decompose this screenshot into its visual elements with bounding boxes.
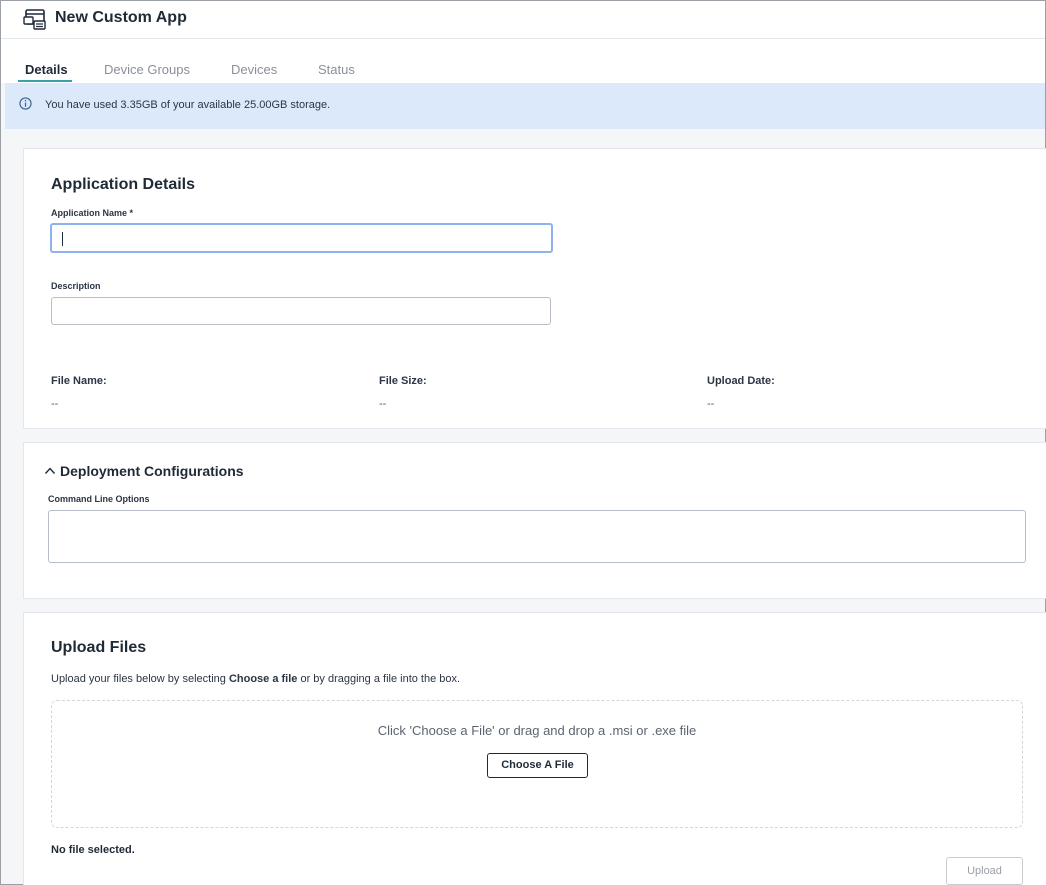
deployment-configurations-card: Deployment Configurations Command Line O… bbox=[23, 442, 1046, 599]
file-name-label: File Name: bbox=[51, 375, 107, 387]
description-label: Description bbox=[51, 281, 101, 291]
chevron-up-icon bbox=[44, 467, 56, 474]
file-name-value: -- bbox=[51, 398, 59, 410]
no-file-selected-text: No file selected. bbox=[51, 844, 135, 856]
upload-instructions-suffix: or by dragging a file into the box. bbox=[297, 673, 461, 685]
app-window-icon bbox=[23, 9, 46, 30]
tab-device-groups[interactable]: Device Groups bbox=[104, 62, 190, 77]
application-name-input[interactable] bbox=[50, 223, 553, 253]
file-size-label: File Size: bbox=[379, 375, 427, 387]
upload-button[interactable]: Upload bbox=[946, 857, 1023, 885]
storage-banner: You have used 3.35GB of your available 2… bbox=[5, 83, 1045, 129]
info-icon bbox=[19, 97, 32, 110]
command-line-options-input[interactable] bbox=[48, 510, 1026, 563]
description-input[interactable] bbox=[51, 297, 551, 325]
page-title: New Custom App bbox=[55, 9, 187, 26]
tab-bar: Details Device Groups Devices Status bbox=[1, 39, 1045, 83]
dropzone-text: Click 'Choose a File' or drag and drop a… bbox=[377, 723, 697, 738]
deployment-section-toggle[interactable]: Deployment Configurations bbox=[43, 463, 273, 483]
upload-files-title: Upload Files bbox=[51, 639, 147, 656]
upload-files-card: Upload Files Upload your files below by … bbox=[23, 612, 1046, 885]
top-bar: New Custom App bbox=[1, 1, 1045, 39]
file-size-value: -- bbox=[379, 398, 387, 410]
tab-details[interactable]: Details bbox=[25, 62, 68, 77]
upload-instructions-prefix: Upload your files below by selecting bbox=[51, 673, 229, 685]
text-caret bbox=[62, 232, 63, 246]
upload-instructions-bold: Choose a file bbox=[228, 673, 298, 685]
deployment-configurations-title: Deployment Configurations bbox=[60, 463, 244, 479]
application-details-title: Application Details bbox=[51, 176, 196, 193]
command-line-options-label: Command Line Options bbox=[48, 494, 150, 504]
tab-status[interactable]: Status bbox=[318, 62, 355, 77]
application-name-label: Application Name * bbox=[51, 208, 134, 218]
choose-file-button[interactable]: Choose A File bbox=[487, 753, 588, 778]
upload-date-value: -- bbox=[707, 398, 715, 410]
storage-usage-text: You have used 3.35GB of your available 2… bbox=[45, 99, 331, 111]
application-details-card: Application Details Application Name * D… bbox=[23, 148, 1046, 429]
active-tab-indicator bbox=[18, 80, 72, 82]
tab-devices[interactable]: Devices bbox=[231, 62, 277, 77]
upload-instructions: Upload your files below by selecting Cho… bbox=[51, 673, 460, 685]
upload-date-label: Upload Date: bbox=[707, 375, 775, 387]
file-dropzone[interactable]: Click 'Choose a File' or drag and drop a… bbox=[51, 700, 1023, 828]
